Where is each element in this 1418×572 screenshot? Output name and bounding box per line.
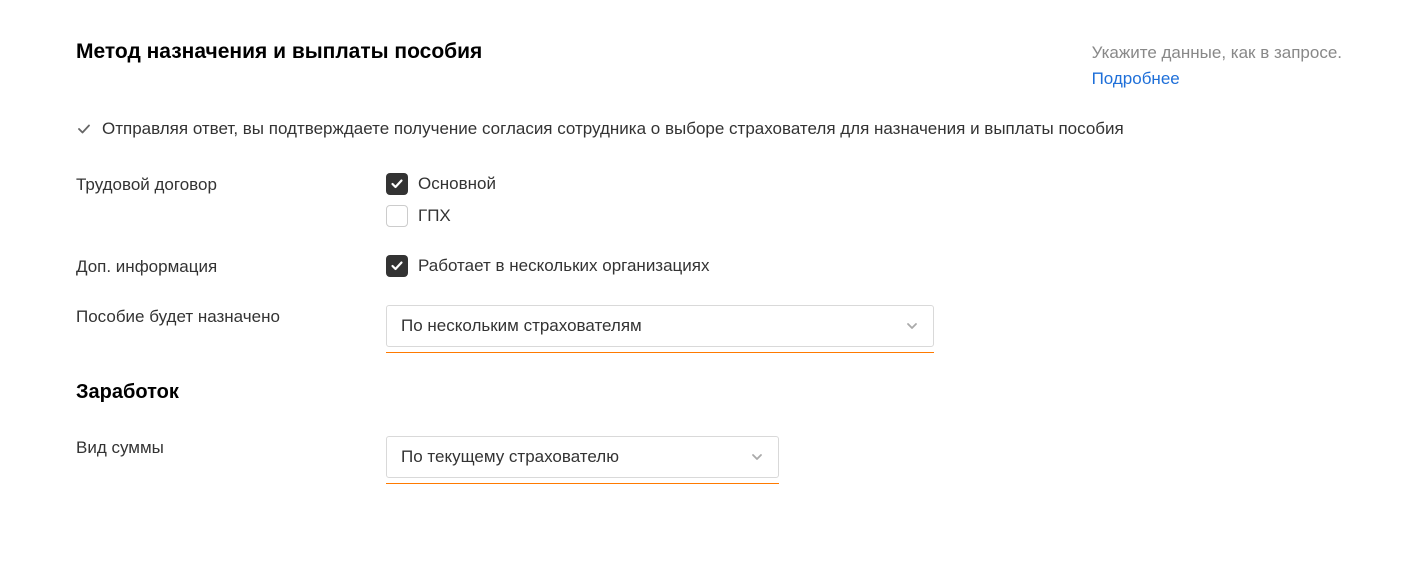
consent-row: Отправляя ответ, вы подтверждаете получе…	[76, 119, 1342, 139]
select-assignment[interactable]: По нескольким страхователям	[386, 305, 934, 347]
chevron-down-icon	[905, 319, 919, 333]
checkbox-contract-main[interactable]	[386, 173, 408, 195]
checkbox-label-main: Основной	[418, 174, 496, 194]
label-addinfo: Доп. информация	[76, 255, 386, 277]
checkbox-contract-gpx[interactable]	[386, 205, 408, 227]
checkbox-label-multi-org: Работает в нескольких организациях	[418, 256, 710, 276]
more-link[interactable]: Подробнее	[1092, 69, 1180, 88]
section-title-benefit-method: Метод назначения и выплаты пособия	[76, 40, 482, 64]
label-assignment: Пособие будет назначено	[76, 305, 386, 327]
consent-text: Отправляя ответ, вы подтверждаете получе…	[102, 119, 1124, 139]
validation-underline	[386, 351, 934, 353]
label-contract: Трудовой договор	[76, 173, 386, 195]
section-title-earnings: Заработок	[76, 381, 1342, 404]
checkbox-multi-org[interactable]	[386, 255, 408, 277]
select-amount-type[interactable]: По текущему страхователю	[386, 436, 779, 478]
hint-text: Укажите данные, как в запросе.	[1092, 40, 1342, 66]
select-amount-value: По текущему страхователю	[401, 447, 619, 467]
hint-block: Укажите данные, как в запросе. Подробнее	[1092, 40, 1342, 91]
label-amount-type: Вид суммы	[76, 436, 386, 458]
check-icon	[76, 121, 92, 137]
select-assignment-value: По нескольким страхователям	[401, 316, 642, 336]
checkbox-label-gpx: ГПХ	[418, 206, 451, 226]
validation-underline	[386, 482, 779, 484]
chevron-down-icon	[750, 450, 764, 464]
